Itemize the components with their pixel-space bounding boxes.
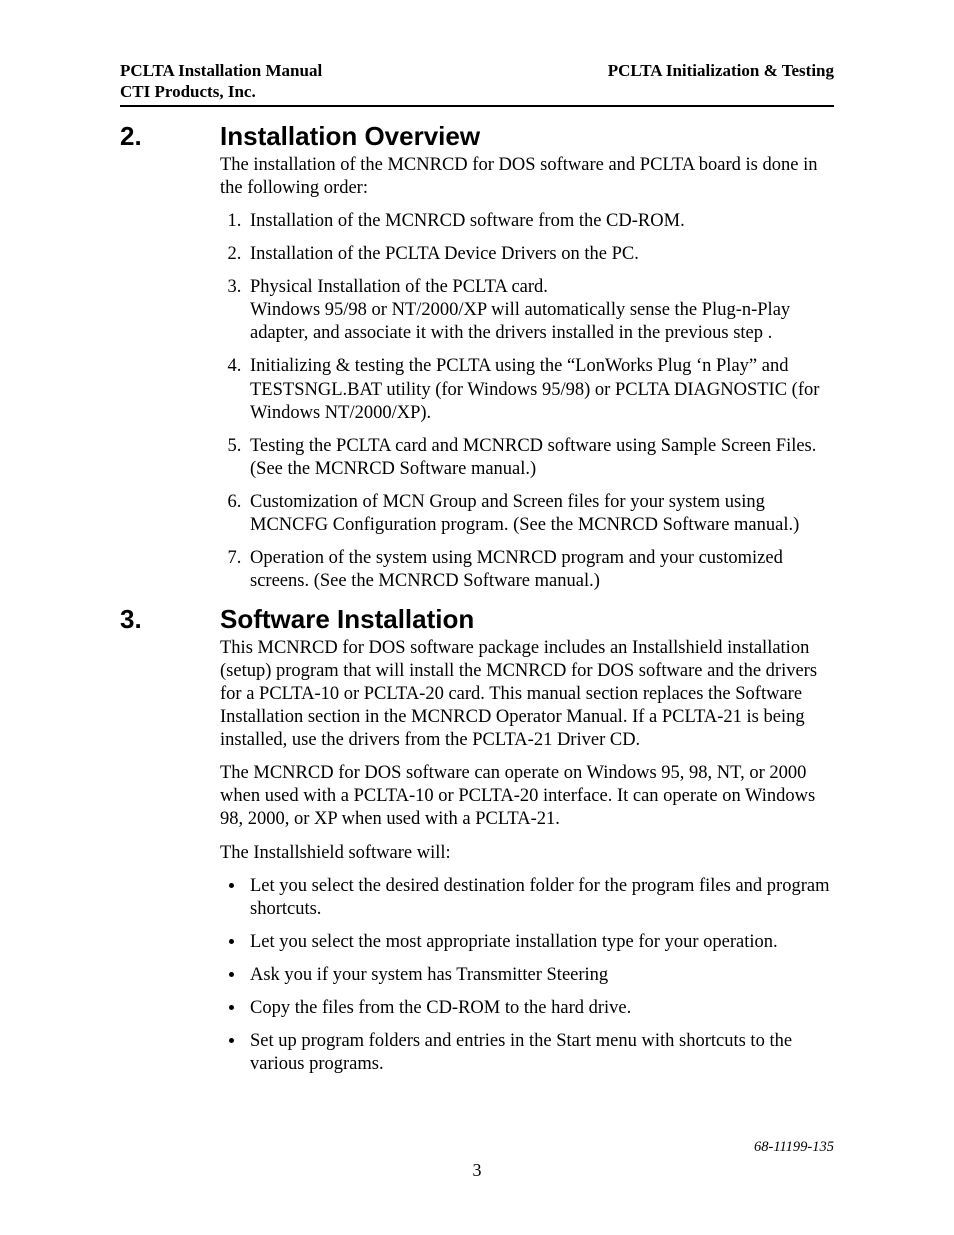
list-item: Physical Installation of the PCLTA card.…	[246, 276, 834, 345]
section-title: Software Installation	[220, 604, 474, 635]
section-title: Installation Overview	[220, 121, 480, 152]
section-heading: 2. Installation Overview	[120, 121, 834, 152]
list-item: Installation of the PCLTA Device Drivers…	[246, 243, 834, 266]
list-item: Installation of the MCNRCD software from…	[246, 210, 834, 233]
page: PCLTA Installation Manual CTI Products, …	[0, 0, 954, 1235]
paragraph: This MCNRCD for DOS software package inc…	[220, 637, 834, 753]
section-software-installation: 3. Software Installation This MCNRCD for…	[120, 604, 834, 1077]
list-item: Ask you if your system has Transmitter S…	[246, 964, 834, 987]
section-body: The installation of the MCNRCD for DOS s…	[220, 154, 834, 594]
header-right: PCLTA Initialization & Testing	[608, 60, 834, 103]
list-item: Let you select the most appropriate inst…	[246, 931, 834, 954]
section-heading: 3. Software Installation	[120, 604, 834, 635]
list-item: Customization of MCN Group and Screen fi…	[246, 491, 834, 537]
list-item: Operation of the system using MCNRCD pro…	[246, 547, 834, 593]
paragraph: The Installshield software will:	[220, 842, 834, 865]
list-item: Initializing & testing the PCLTA using t…	[246, 355, 834, 424]
section-number: 3.	[120, 604, 220, 635]
list-item: Copy the files from the CD-ROM to the ha…	[246, 997, 834, 1020]
page-number: 3	[120, 1160, 834, 1181]
header-left: PCLTA Installation Manual CTI Products, …	[120, 60, 322, 103]
ordered-steps: Installation of the MCNRCD software from…	[220, 210, 834, 594]
page-header: PCLTA Installation Manual CTI Products, …	[120, 60, 834, 107]
intro-paragraph: The installation of the MCNRCD for DOS s…	[220, 154, 834, 200]
page-footer: 68-11199-135 3	[120, 1139, 834, 1181]
document-id: 68-11199-135	[120, 1139, 834, 1156]
list-item: Testing the PCLTA card and MCNRCD softwa…	[246, 435, 834, 481]
paragraph: The MCNRCD for DOS software can operate …	[220, 762, 834, 831]
section-installation-overview: 2. Installation Overview The installatio…	[120, 121, 834, 594]
section-number: 2.	[120, 121, 220, 152]
bullet-list: Let you select the desired destination f…	[220, 875, 834, 1077]
section-body: This MCNRCD for DOS software package inc…	[220, 637, 834, 1077]
header-left-line1: PCLTA Installation Manual	[120, 60, 322, 81]
list-item: Set up program folders and entries in th…	[246, 1030, 834, 1076]
header-left-line2: CTI Products, Inc.	[120, 81, 322, 102]
list-item: Let you select the desired destination f…	[246, 875, 834, 921]
